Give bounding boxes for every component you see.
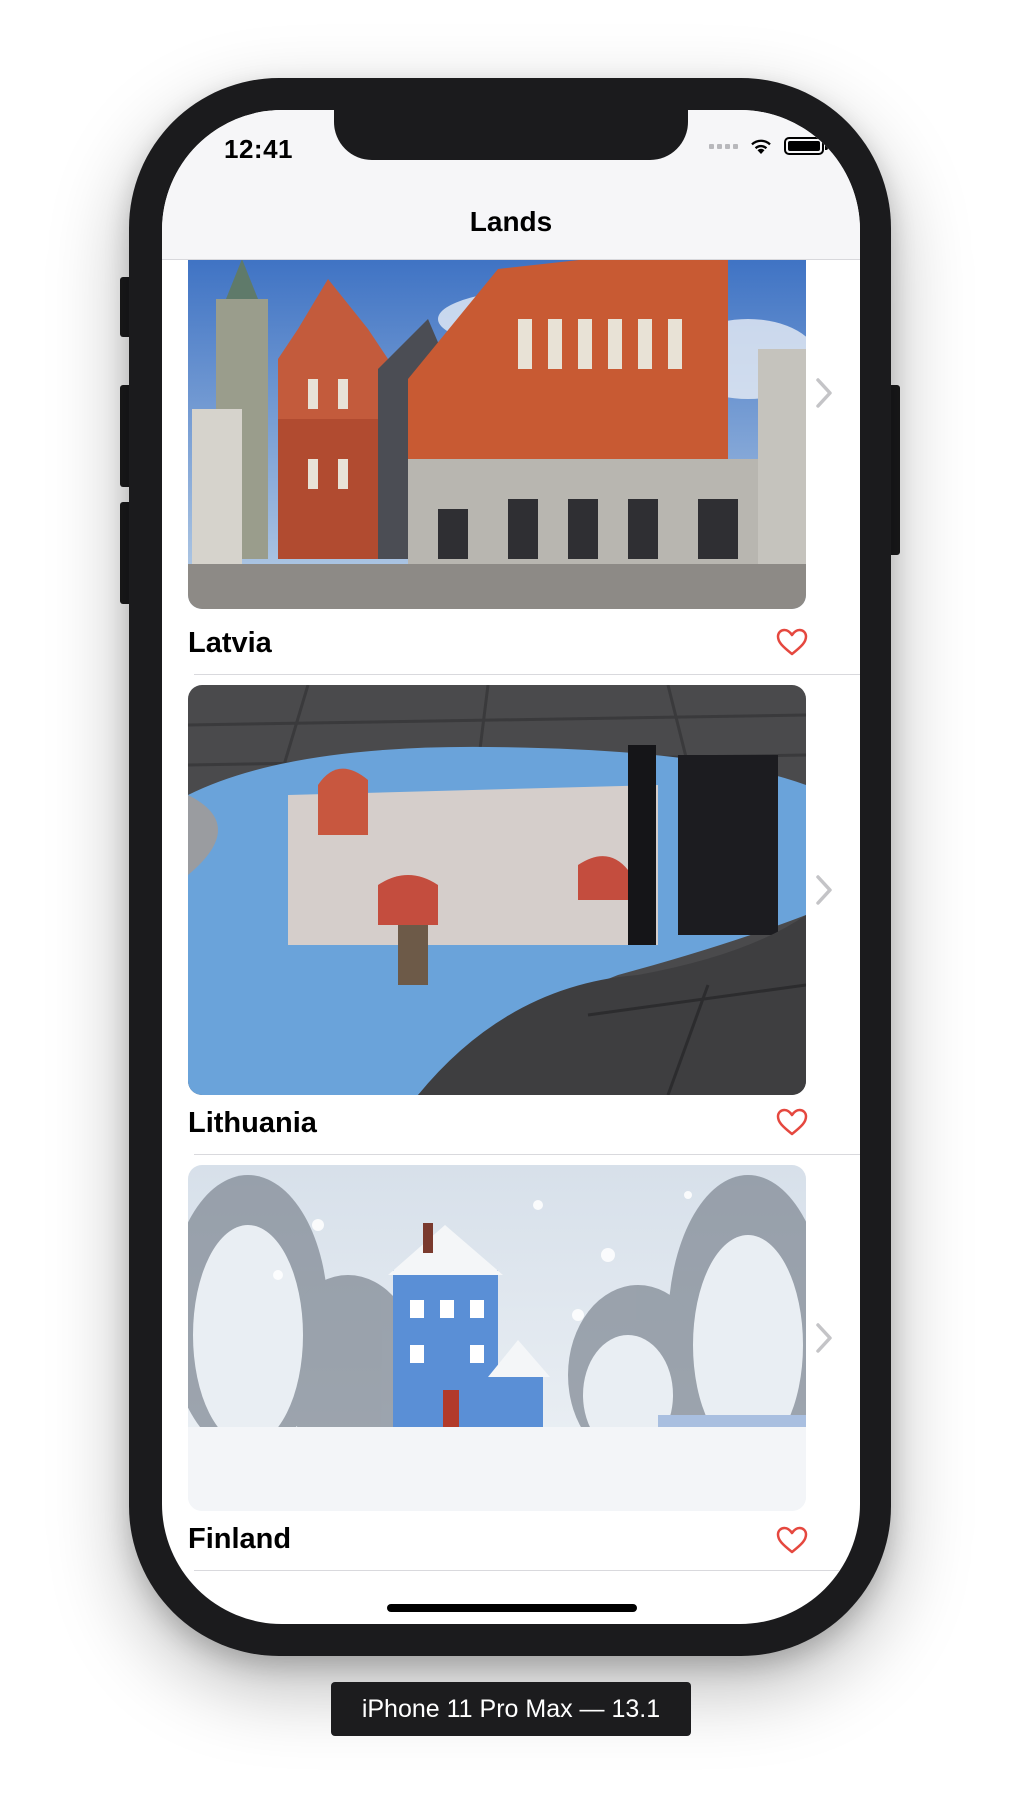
battery-icon [784, 137, 828, 155]
land-name: Latvia [188, 627, 272, 659]
land-name: Finland [188, 1523, 292, 1555]
home-indicator[interactable] [387, 1604, 637, 1612]
land-photo [188, 1165, 806, 1511]
status-time: 12:41 [224, 134, 293, 164]
simulator-stage: 12:41 Lands Latvia Lithuania Finland iPh… [0, 0, 1022, 1806]
device-screen: 12:41 Lands Latvia Lithuania Finland [162, 110, 860, 1624]
heart-outline-icon[interactable] [776, 1525, 808, 1555]
chevron-right-icon [816, 378, 832, 408]
row-separator [194, 1570, 860, 1571]
lands-list: Latvia Lithuania Finland [162, 259, 860, 1571]
land-photo [188, 685, 806, 1095]
heart-outline-icon[interactable] [776, 1107, 808, 1137]
notch [334, 110, 688, 160]
chevron-right-icon [816, 1323, 832, 1353]
page-title: Lands [469, 206, 553, 237]
cellular-icon [709, 143, 738, 149]
wifi-icon [751, 139, 771, 154]
heart-outline-icon[interactable] [776, 627, 808, 657]
status-icons [709, 136, 828, 156]
simulator-device-label: iPhone 11 Pro Max — 13.1 [331, 1682, 691, 1736]
list-item[interactable]: Latvia [162, 259, 860, 675]
list-item[interactable]: Lithuania [162, 675, 860, 1155]
land-name: Lithuania [188, 1107, 317, 1139]
land-photo [188, 259, 806, 609]
list-item[interactable]: Finland [162, 1155, 860, 1571]
chevron-right-icon [816, 875, 832, 905]
